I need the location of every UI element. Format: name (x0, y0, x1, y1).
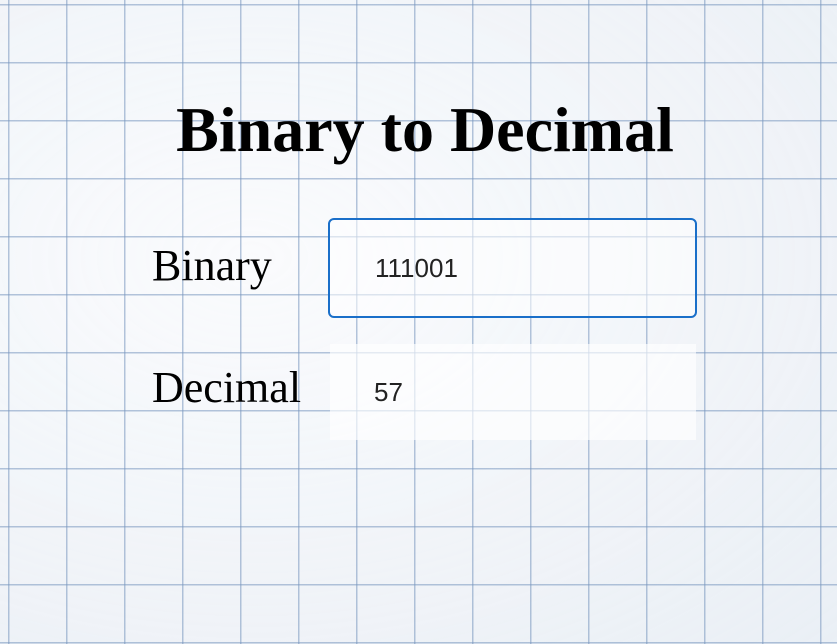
binary-input[interactable] (328, 218, 697, 318)
decimal-output: 57 (330, 344, 696, 440)
decimal-label: Decimal (152, 363, 302, 412)
binary-label: Binary (152, 241, 272, 290)
page-title: Binary to Decimal (176, 94, 674, 165)
